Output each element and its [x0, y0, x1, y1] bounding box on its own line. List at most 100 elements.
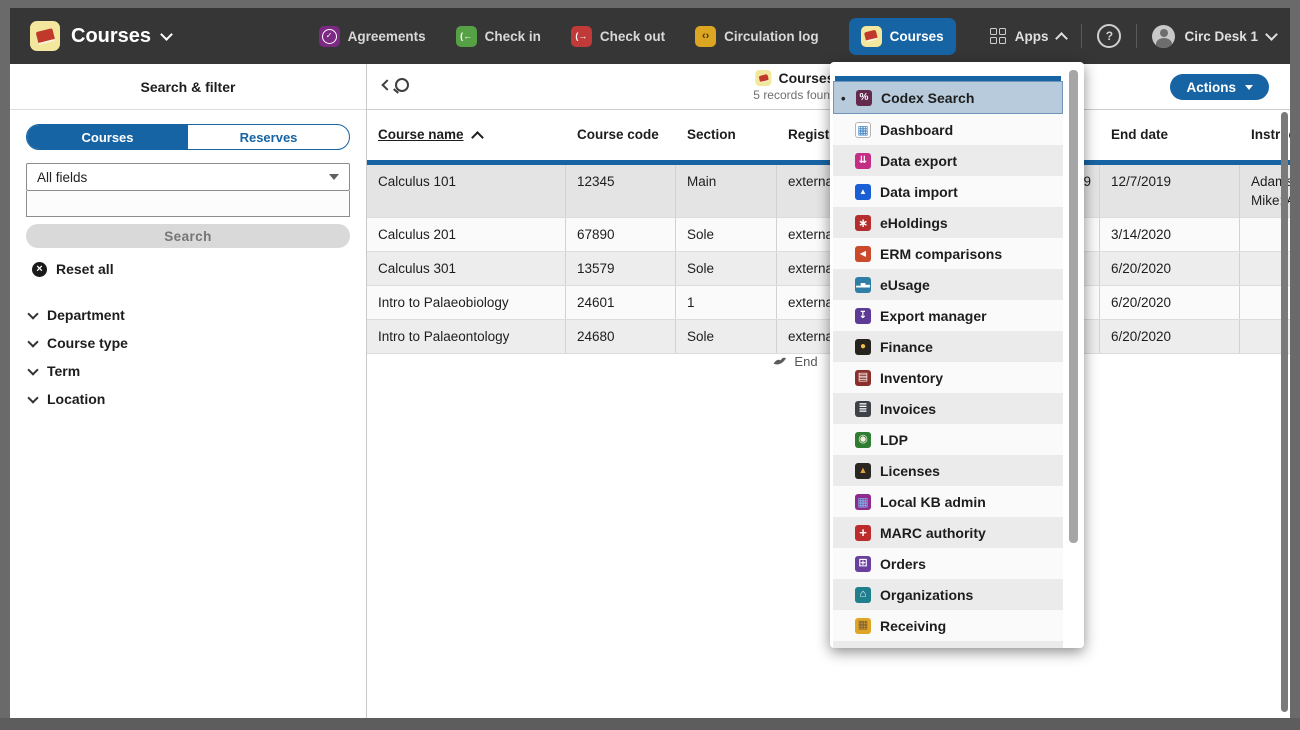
cell-course_code: 13579	[566, 252, 676, 285]
orders-icon: ⊞	[855, 556, 871, 572]
apps-menu-item-erm-comparisons[interactable]: ◀ERM comparisons	[833, 238, 1063, 269]
erm-comparisons-icon: ◀	[855, 246, 871, 262]
chevron-left-icon	[381, 79, 392, 90]
results-title: Courses	[778, 70, 834, 86]
cell-section: Sole	[676, 320, 777, 353]
cell-course_code: 12345	[566, 165, 676, 217]
chevron-up-icon	[1056, 32, 1069, 45]
table-row[interactable]: Calculus 10112345Mainexternal912/7/2019A…	[367, 165, 1290, 218]
column-header-end_date[interactable]: End date	[1100, 109, 1240, 160]
collapse-search-button[interactable]	[383, 78, 409, 92]
local-kb-admin-icon: ▦	[855, 494, 871, 510]
filter-course-type[interactable]: Course type	[29, 335, 350, 351]
ldp-icon: ◉	[855, 432, 871, 448]
apps-menu-toggle[interactable]: Apps	[990, 28, 1067, 44]
cell-course_name: Intro to Palaeobiology	[367, 286, 566, 319]
apps-menu-item-marc-authority[interactable]: +MARC authority	[833, 517, 1063, 548]
apps-menu-item-export-manager[interactable]: ↧Export manager	[833, 300, 1063, 331]
filter-department[interactable]: Department	[29, 307, 350, 323]
chevron-down-icon	[27, 364, 38, 375]
courses-icon	[861, 26, 882, 47]
export-manager-icon: ↧	[855, 308, 871, 324]
apps-menu-item-data-import[interactable]: ▲Data import	[833, 176, 1063, 207]
nav-label: Agreements	[348, 29, 426, 44]
apps-menu-item-eholdings[interactable]: ∗eHoldings	[833, 207, 1063, 238]
vertical-scrollbar[interactable]	[1281, 112, 1288, 712]
column-header-section[interactable]: Section	[676, 109, 777, 160]
folio-app: Courses ✓ Agreements (← Check in (→Check out…	[10, 8, 1290, 718]
apps-dropdown: %Codex Search▦Dashboard⇊Data export▲Data…	[830, 62, 1084, 648]
help-button[interactable]: ?	[1097, 24, 1121, 48]
filter-term[interactable]: Term	[29, 363, 350, 379]
cell-section: 1	[676, 286, 777, 319]
nav-label: Circulation log	[724, 29, 819, 44]
codex-search-icon: %	[856, 90, 872, 106]
reset-all-label: Reset all	[56, 261, 114, 277]
apps-menu-item-codex-search[interactable]: %Codex Search	[833, 81, 1063, 114]
cell-section: Main	[676, 165, 777, 217]
cell-end_date: 6/20/2020	[1100, 286, 1240, 319]
apps-menu-item-licenses[interactable]: ▲Licenses	[833, 455, 1063, 486]
chevron-down-icon	[329, 174, 339, 180]
check-in-icon: (←	[456, 26, 477, 47]
apps-menu-item-ldp[interactable]: ◉LDP	[833, 424, 1063, 455]
apps-menu-item-local-kb-admin[interactable]: ▦Local KB admin	[833, 486, 1063, 517]
cell-course_name: Calculus 201	[367, 218, 566, 251]
nav-circulation-log[interactable]: ‹›Circulation log	[695, 26, 819, 47]
apps-menu-item-finance[interactable]: ●Finance	[833, 331, 1063, 362]
records-found: 5 records found	[753, 88, 836, 102]
table-row[interactable]: Calculus 20167890Soleexternal3/14/2020	[367, 218, 1290, 252]
divider	[1136, 24, 1137, 48]
search-filter-pane: Search & filter CoursesReserves All fiel…	[10, 64, 367, 718]
chevron-down-icon	[1245, 85, 1253, 90]
dropdown-scrollbar[interactable]	[1069, 70, 1078, 543]
user-menu[interactable]: Circ Desk 1	[1152, 25, 1276, 48]
current-app-menu[interactable]: Courses	[30, 21, 171, 51]
cell-course_name: Intro to Palaeontology	[367, 320, 566, 353]
table-row[interactable]: Intro to Palaeontology24680Soleexternal6…	[367, 320, 1290, 354]
search-input[interactable]	[26, 191, 350, 217]
apps-menu-item-receiving[interactable]: ▦Receiving	[833, 610, 1063, 641]
cell-end_date: 6/20/2020	[1100, 252, 1240, 285]
tab-courses[interactable]: Courses	[27, 125, 188, 149]
field-select[interactable]: All fields	[26, 163, 350, 191]
nav-label: Check in	[485, 29, 541, 44]
filter-accordions: Department Course type Term Location	[26, 307, 350, 407]
apps-grid-icon	[990, 28, 1006, 44]
apps-menu-item-orders[interactable]: ⊞Orders	[833, 548, 1063, 579]
inventory-icon: ▤	[855, 370, 871, 386]
nav-check-out[interactable]: (→Check out	[571, 26, 665, 47]
apps-menu-item-data-export[interactable]: ⇊Data export	[833, 145, 1063, 176]
search-icon	[395, 78, 409, 92]
apps-menu-item-eusage[interactable]: ▂▅▃eUsage	[833, 269, 1063, 300]
organizations-icon: ⌂	[855, 587, 871, 603]
column-header-course_code[interactable]: Course code	[566, 109, 676, 160]
table-row[interactable]: Intro to Palaeobiology246011external6/20…	[367, 286, 1290, 320]
agreements-icon: ✓	[319, 26, 340, 47]
apps-menu-item-organizations[interactable]: ⌂Organizations	[833, 579, 1063, 610]
chevron-down-icon	[160, 28, 173, 41]
nav-courses[interactable]: Courses	[849, 18, 956, 55]
filter-location[interactable]: Location	[29, 391, 350, 407]
nav-agreements[interactable]: ✓ Agreements	[319, 26, 426, 47]
search-filter-title: Search & filter	[10, 64, 366, 110]
nav-check-in[interactable]: (← Check in	[456, 26, 541, 47]
column-header-course_name[interactable]: Course name	[367, 109, 566, 160]
cell-end_date: 12/7/2019	[1100, 165, 1240, 217]
reset-all-button[interactable]: × Reset all	[26, 261, 350, 277]
sort-asc-icon	[471, 131, 484, 144]
cell-course_code: 24680	[566, 320, 676, 353]
table-body: Calculus 10112345Mainexternal912/7/2019A…	[367, 165, 1290, 354]
table-row[interactable]: Calculus 30113579Soleexternal6/20/2020	[367, 252, 1290, 286]
apps-menu-item-invoices[interactable]: ≣Invoices	[833, 393, 1063, 424]
reset-icon: ×	[32, 262, 47, 277]
tab-reserves[interactable]: Reserves	[188, 125, 349, 149]
apps-menu-item-inventory[interactable]: ▤Inventory	[833, 362, 1063, 393]
partial-menu-item	[833, 641, 1063, 648]
actions-button[interactable]: Actions	[1170, 74, 1269, 100]
field-select-value: All fields	[37, 170, 87, 185]
search-button[interactable]: Search	[26, 224, 350, 248]
window-frame: Courses ✓ Agreements (← Check in (→Check out…	[0, 0, 1300, 730]
cell-end_date: 6/20/2020	[1100, 320, 1240, 353]
apps-menu-item-dashboard[interactable]: ▦Dashboard	[833, 114, 1063, 145]
